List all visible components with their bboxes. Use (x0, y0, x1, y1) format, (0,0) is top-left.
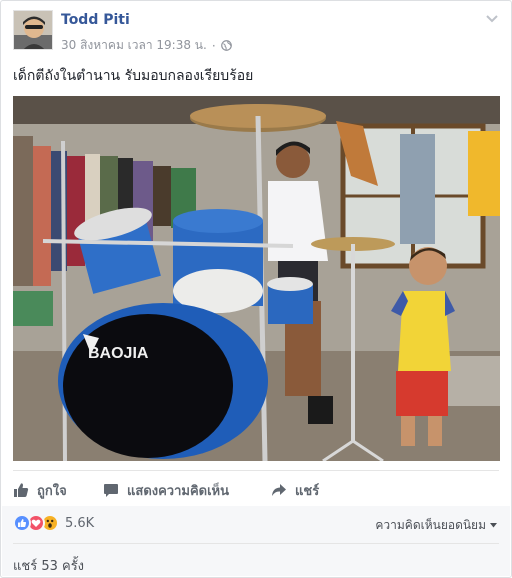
like-button[interactable]: ถูกใจ (13, 480, 67, 501)
post-header: Todd Piti 30 สิงหาคม เวลา 19:38 น. · (13, 10, 499, 55)
share-label: แชร์ (295, 483, 320, 499)
author-avatar[interactable] (13, 10, 53, 50)
action-bar: ถูกใจ แสดงความคิดเห็น แชร์ (13, 476, 499, 504)
author-name[interactable]: Todd Piti (61, 12, 130, 28)
post-caption: เด็กตีถังในตำนาน รับมอบกลองเรียบร้อย (13, 68, 254, 84)
drum-kit-photo: BAOJIA (13, 96, 500, 461)
like-reaction-icon (13, 514, 31, 532)
drum-brand-text: BAOJIA (88, 345, 149, 362)
reaction-summary[interactable]: 5.6K (13, 514, 94, 532)
post-photo[interactable]: BAOJIA (13, 96, 500, 461)
comment-icon (104, 483, 118, 497)
stats-divider (13, 543, 499, 544)
reaction-count: 5.6K (65, 515, 95, 531)
comment-button[interactable]: แสดงความคิดเห็น (103, 480, 229, 501)
comment-sort-dropdown[interactable]: ความคิดเห็นยอดนิยม (375, 516, 497, 535)
post-timestamp[interactable]: 30 สิงหาคม เวลา 19:38 น. (61, 36, 207, 55)
facebook-post: Todd Piti 30 สิงหาคม เวลา 19:38 น. · เด็… (0, 0, 512, 578)
share-arrow-icon (272, 484, 286, 496)
share-count-link[interactable]: แชร์ 53 ครั้ง (13, 555, 84, 576)
post-meta: 30 สิงหาคม เวลา 19:38 น. · (61, 36, 232, 55)
caret-down-icon (490, 523, 497, 528)
thumbs-up-icon (14, 483, 29, 497)
share-button[interactable]: แชร์ (271, 480, 319, 501)
comment-sort-label: ความคิดเห็นยอดนิยม (375, 518, 486, 532)
globe-icon[interactable] (220, 40, 232, 51)
chevron-down-icon[interactable] (485, 14, 499, 24)
meta-separator: · (211, 38, 216, 53)
like-label: ถูกใจ (37, 483, 67, 499)
actions-divider-top (13, 470, 499, 471)
comment-label: แสดงความคิดเห็น (127, 483, 230, 499)
avatar-image (14, 11, 52, 49)
